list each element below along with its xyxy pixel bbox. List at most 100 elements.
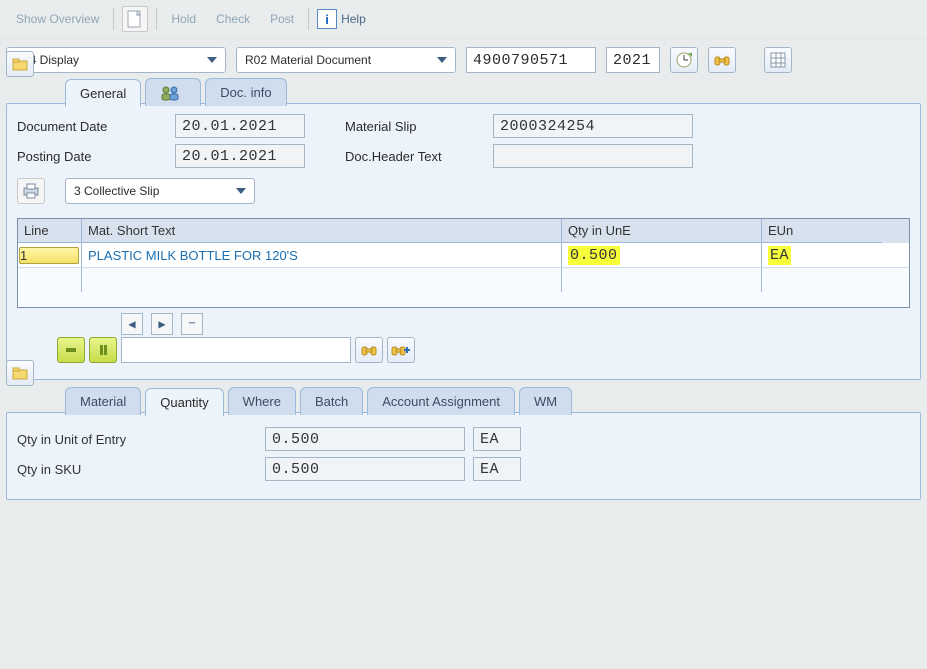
tab-material[interactable]: Material [65,387,141,415]
tab-batch-label: Batch [315,394,348,409]
clock-icon [675,51,693,69]
qty-uoe-field[interactable]: 0.500 [265,427,465,451]
post-action[interactable]: Post [264,8,300,30]
delete-icon [96,343,110,357]
check-action[interactable]: Check [210,8,256,30]
qty-sku-field[interactable]: 0.500 [265,457,465,481]
printer-icon [22,183,40,199]
chevron-down-icon [236,188,246,194]
insert-row-button[interactable] [57,337,85,363]
header-tabs: General Doc. info [65,78,287,106]
action-dropdown[interactable]: A04 Display [6,47,226,73]
chevron-down-icon [207,57,217,63]
page-icon [127,10,143,28]
posting-date-field[interactable]: 20.01.2021 [175,144,305,168]
quantity-fields: Qty in Unit of Entry 0.500 EA Qty in SKU… [17,423,910,481]
cell-eun: EA [762,243,882,267]
collapse-header-button[interactable] [6,51,34,77]
print-option-dropdown[interactable]: 3 Collective Slip [65,178,255,204]
chevron-down-icon [437,57,447,63]
binoculars-icon [713,51,731,69]
cell-line: 1 [18,243,82,267]
table-row[interactable]: 1 PLASTIC MILK BOTTLE FOR 120'S 0.500 EA [18,243,909,267]
print-button[interactable] [17,178,45,204]
help-label: Help [341,12,366,26]
tab-batch[interactable]: Batch [300,387,363,415]
detail-panel-wrap: Material Quantity Where Batch Account As… [0,386,927,506]
scroll-right-button[interactable]: ▶ [151,313,173,335]
detail-tabs: Material Quantity Where Batch Account As… [65,387,572,415]
doc-header-text-field[interactable] [493,144,693,168]
items-table-header: Line Mat. Short Text Qty in UnE EUn [18,219,909,243]
detail-group: Material Quantity Where Batch Account As… [6,412,921,500]
tab-doc-info[interactable]: Doc. info [205,78,286,106]
material-slip-label: Material Slip [345,119,485,134]
eun-value: EA [768,246,791,265]
qty-sku-label: Qty in SKU [17,462,257,477]
show-overview-action[interactable]: Show Overview [10,8,105,30]
table-find-next-button[interactable] [387,337,415,363]
material-link[interactable]: PLASTIC MILK BOTTLE FOR 120'S [88,248,298,263]
selection-bar: A04 Display R02 Material Document 490079… [0,39,927,77]
info-icon: i [317,9,337,29]
row-selector[interactable]: 1 [19,247,79,264]
folder-icon [12,366,28,380]
year-input[interactable]: 2021 [606,47,660,73]
hold-action[interactable]: Hold [165,8,202,30]
header-group: General Doc. info Document Date 20.01.2 [6,103,921,380]
tab-partners[interactable] [145,78,201,106]
col-header-material[interactable]: Mat. Short Text [82,219,562,243]
app-toolbar: Show Overview Hold Check Post i Help [0,0,927,39]
find-button[interactable] [708,47,736,73]
doc-header-text-label: Doc.Header Text [345,149,485,164]
tab-doc-info-label: Doc. info [220,85,271,100]
qty-uoe-label: Qty in Unit of Entry [17,432,257,447]
cell-material: PLASTIC MILK BOTTLE FOR 120'S [82,243,562,267]
tab-acct-assign-label: Account Assignment [382,394,500,409]
execute-button[interactable] [670,47,698,73]
posting-date-label: Posting Date [17,149,167,164]
tab-general-label: General [80,86,126,101]
scroll-settings-button[interactable]: ⋯ [181,313,203,335]
table-scroll-controls: ◀ ▶ ⋯ [117,307,910,341]
col-header-eun[interactable]: EUn [762,219,882,243]
tab-where[interactable]: Where [228,387,296,415]
print-option-value: 3 Collective Slip [74,184,159,198]
tab-quantity-label: Quantity [160,395,208,410]
collapse-detail-button[interactable] [6,360,34,386]
doc-number-input[interactable]: 4900790571 [466,47,596,73]
qty-value: 0.500 [568,246,620,265]
table-find-button[interactable] [355,337,383,363]
scroll-left-button[interactable]: ◀ [121,313,143,335]
document-date-field[interactable]: 20.01.2021 [175,114,305,138]
col-header-line[interactable]: Line [18,219,82,243]
material-slip-field[interactable]: 2000324254 [493,114,693,138]
cell-qty: 0.500 [562,243,762,267]
layout-button[interactable] [764,47,792,73]
header-fields: Document Date 20.01.2021 Posting Date 20… [17,114,910,204]
table-search-input[interactable] [121,337,351,363]
col-header-qty[interactable]: Qty in UnE [562,219,762,243]
tab-acct-assign[interactable]: Account Assignment [367,387,515,415]
toolbar-separator [308,8,309,30]
document-date-label: Document Date [17,119,167,134]
toolbar-separator [113,8,114,30]
refdoc-dropdown[interactable]: R02 Material Document [236,47,456,73]
tab-wm-label: WM [534,394,557,409]
table-blank-area [18,267,909,307]
refdoc-dropdown-value: R02 Material Document [245,53,371,67]
new-document-button[interactable] [122,6,148,32]
items-toolbar [53,337,910,367]
tab-quantity[interactable]: Quantity [145,388,223,416]
toolbar-separator [156,8,157,30]
tab-where-label: Where [243,394,281,409]
tab-wm[interactable]: WM [519,387,572,415]
tab-material-label: Material [80,394,126,409]
qty-sku-unit-field[interactable]: EA [473,457,521,481]
tab-general[interactable]: General [65,79,141,107]
help-action[interactable]: i Help [317,9,366,29]
qty-uoe-unit-field[interactable]: EA [473,427,521,451]
delete-row-button[interactable] [89,337,117,363]
insert-icon [64,343,78,357]
binoculars-icon [360,341,378,359]
